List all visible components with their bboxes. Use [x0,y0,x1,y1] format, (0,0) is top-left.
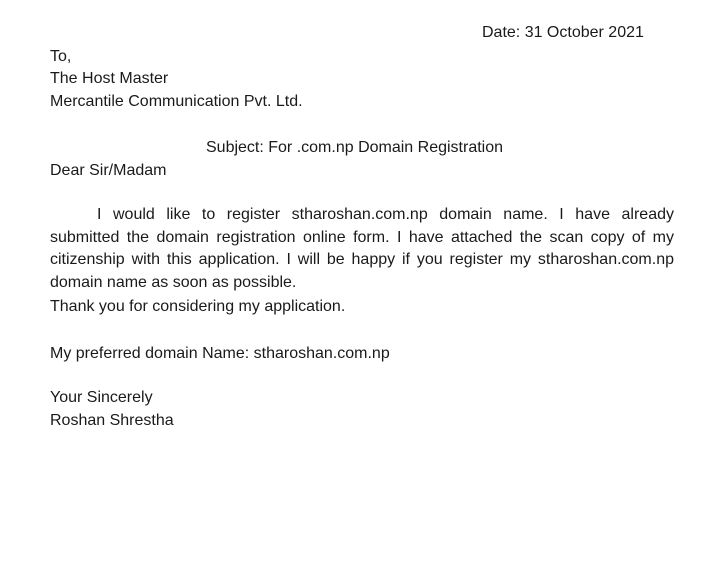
letter-date: Date: 31 October 2021 [482,24,644,41]
letter-page: Date: 31 October 2021 To, The Host Maste… [0,0,713,583]
preferred-domain: My preferred domain Name: stharoshan.com… [50,345,390,362]
letter-body: I would like to register stharoshan.com.… [50,206,674,291]
salutation: Dear Sir/Madam [50,162,167,179]
letter-to: To, [50,48,72,65]
recipient-name: The Host Master [50,70,169,87]
signature-name: Roshan Shrestha [50,412,174,429]
closing: Your Sincerely [50,389,153,406]
thanks-line: Thank you for considering my application… [50,298,346,315]
letter-subject: Subject: For .com.np Domain Registration [206,139,504,156]
recipient-organization: Mercantile Communication Pvt. Ltd. [50,93,303,110]
